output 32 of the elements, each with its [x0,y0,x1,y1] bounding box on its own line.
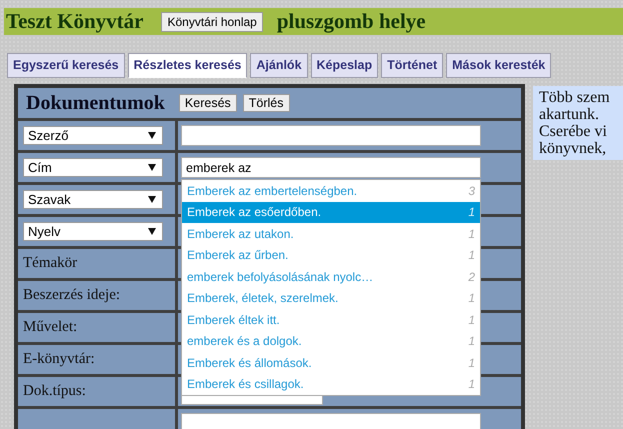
placeholder-label: pluszgomb helye [276,9,426,34]
suggestion-text: Emberek az utakon. [187,226,294,241]
field-label: Témakör [23,255,78,272]
info-text: Több szem [539,89,611,106]
suggestion-count: 1 [468,334,475,348]
suggestion-text: emberek befolyásolásának nyolc… [187,270,374,284]
suggestion-text: Emberek és állomások. [187,356,312,370]
suggestion-text: Emberek és csillagok. [187,377,304,392]
suggestion-count: 2 [468,270,475,284]
suggestion-text: Emberek éltek itt. [187,312,280,327]
info-text: könyvnek, [539,140,608,157]
suggestion-text: Emberek az esőerdőben. [187,205,322,220]
suggestion-count: 1 [468,248,475,262]
panel-title: Dokumentumok [26,92,165,114]
field-label: Dok.típus: [23,383,86,400]
suggestion-text: Emberek, életek, szerelmek. [187,291,338,306]
suggestion-count: 1 [468,291,475,306]
suggestion-count: 1 [468,356,475,370]
field-label: Művelet: [23,319,78,336]
suggestion-count: 3 [468,184,475,198]
suggestion-text: emberek és a dolgok. [187,334,302,348]
suggestion-count: 1 [468,226,475,241]
info-text: akartunk. [539,106,600,123]
suggestion-count: 1 [468,205,475,220]
suggestion-text: Emberek az embertelenségben. [187,184,358,198]
suggestion-count: 1 [468,312,475,327]
info-text: Cserébe vi [539,123,608,140]
suggestion-count: 1 [468,377,475,392]
field-label: E-könyvtár: [23,351,95,368]
site-title: Teszt Könyvtár [6,9,144,34]
suggestion-text: Emberek az űrben. [187,248,288,262]
field-label: Beszerzés ideje: [23,287,120,304]
